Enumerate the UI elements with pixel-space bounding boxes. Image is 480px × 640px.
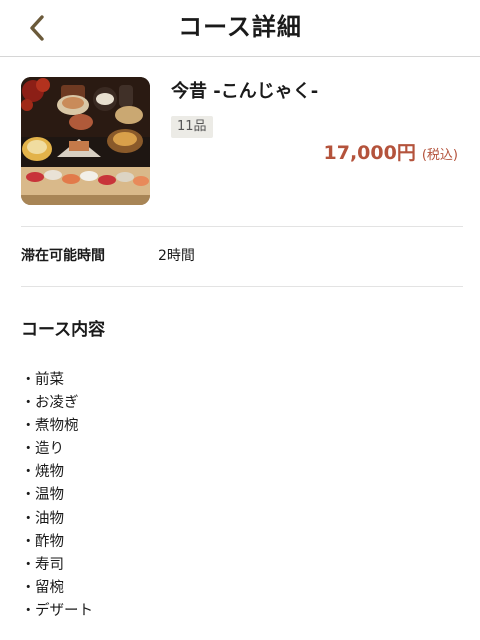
- list-item: ・温物: [21, 484, 93, 507]
- list-bullet: ・: [21, 579, 36, 596]
- list-bullet: ・: [21, 556, 36, 573]
- list-item-label: 留椀: [35, 579, 64, 596]
- list-bullet: ・: [21, 372, 36, 388]
- list-item: ・造り: [21, 438, 93, 461]
- list-item-label: 油物: [35, 510, 64, 527]
- price-row: 17,000円 (税込): [324, 138, 458, 165]
- list-item-label: 焼物: [35, 464, 64, 481]
- divider: [21, 286, 463, 287]
- app-header: コース詳細: [0, 0, 480, 57]
- list-item: ・油物: [21, 508, 93, 531]
- list-item: ・留椀: [21, 577, 93, 600]
- course-contents-list: ・前菜 ・お凌ぎ ・煮物椀 ・造り ・焼物 ・温物 ・油物 ・酢物 ・寿司 ・留…: [21, 369, 93, 623]
- list-item-label: 酢物: [35, 533, 64, 550]
- list-item: ・寿司: [21, 554, 93, 577]
- price-value: 17,000円: [323, 142, 416, 164]
- list-item-label: 造り: [35, 441, 64, 458]
- food-photo-illustration: [21, 77, 150, 205]
- course-image: [21, 77, 150, 205]
- list-bullet: ・: [21, 533, 36, 550]
- list-item-label: 煮物椀: [35, 418, 79, 435]
- list-item: ・デザート: [21, 600, 93, 623]
- list-bullet: ・: [21, 418, 36, 435]
- list-item-label: お凌ぎ: [35, 395, 79, 412]
- list-item-label: デザート: [35, 602, 93, 619]
- list-item: ・お凌ぎ: [21, 392, 93, 415]
- list-item: ・焼物: [21, 461, 93, 484]
- list-item-label: 前菜: [35, 372, 64, 388]
- list-item-label: 温物: [35, 487, 64, 504]
- list-bullet: ・: [21, 487, 36, 504]
- list-bullet: ・: [21, 441, 36, 458]
- price-tax-note: (税込): [421, 148, 458, 163]
- list-bullet: ・: [21, 464, 36, 481]
- stay-time-value: 2時間: [158, 248, 195, 264]
- list-bullet: ・: [21, 602, 36, 619]
- course-contents-title: コース内容: [21, 320, 106, 340]
- stay-time-label: 滞在可能時間: [21, 248, 105, 264]
- list-item-label: 寿司: [35, 556, 64, 573]
- divider: [21, 226, 463, 227]
- list-item: ・酢物: [21, 531, 93, 554]
- course-name: 今昔 -こんじゃく-: [171, 81, 319, 102]
- list-bullet: ・: [21, 395, 36, 412]
- item-count-badge: 11品: [171, 116, 213, 138]
- list-item: ・前菜: [21, 369, 93, 392]
- list-item: ・煮物椀: [21, 415, 93, 438]
- page-title: コース詳細: [178, 13, 302, 41]
- list-bullet: ・: [21, 510, 36, 527]
